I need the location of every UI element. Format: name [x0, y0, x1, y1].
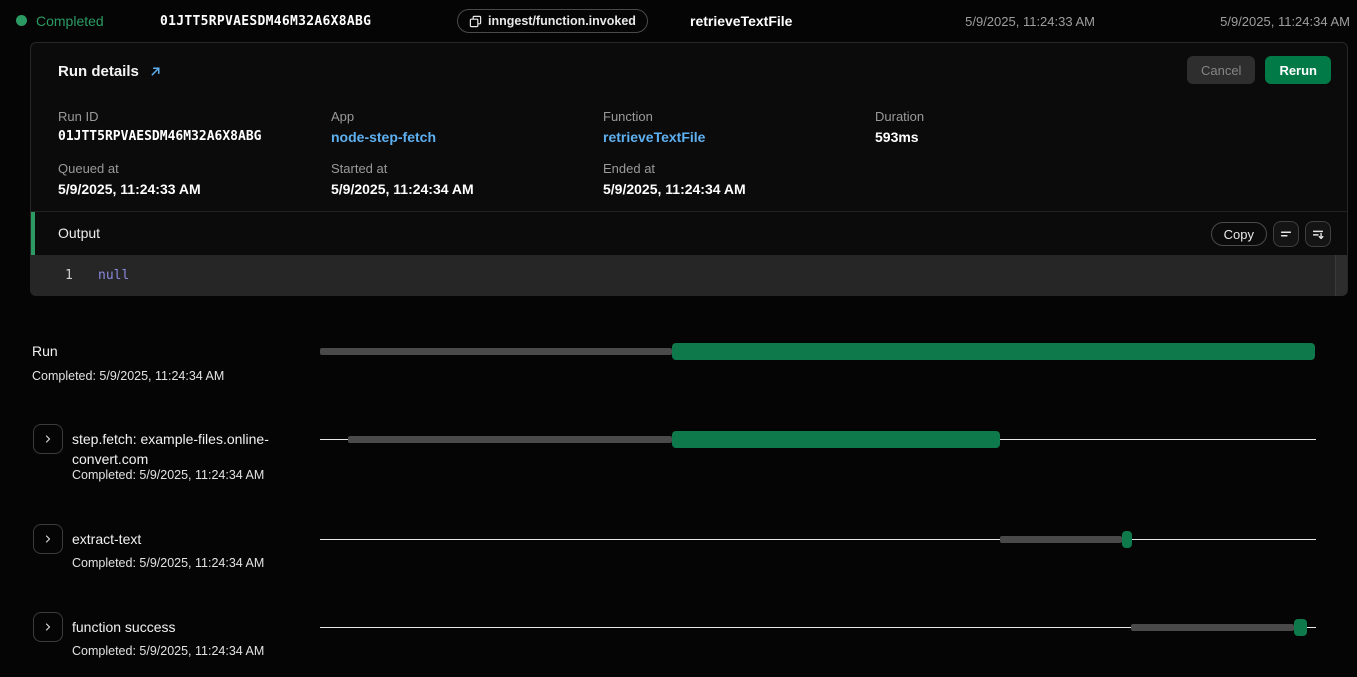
- expand-step-button[interactable]: [33, 612, 63, 642]
- run-id-text: 01JTT5RPVAESDM46M32A6X8ABG: [160, 14, 371, 29]
- field-ended-at: Ended at 5/9/2025, 11:24:34 AM: [603, 161, 863, 197]
- output-section-header: Output Copy: [31, 211, 1347, 255]
- trace-step-completed: Completed: 5/9/2025, 11:24:34 AM: [72, 644, 264, 658]
- function-name-text: retrieveTextFile: [690, 13, 792, 29]
- trace-step-completed: Completed: 5/9/2025, 11:24:34 AM: [72, 468, 264, 482]
- queued-duration-bar: [1131, 624, 1294, 631]
- output-value: null: [98, 268, 129, 283]
- lines-down-arrow-icon: [1311, 227, 1325, 241]
- stacked-windows-icon: [469, 15, 482, 28]
- queued-duration-bar: [1000, 536, 1122, 543]
- trace-timeline-track[interactable]: [320, 531, 1316, 548]
- chevron-right-icon: [42, 533, 54, 545]
- function-link[interactable]: retrieveTextFile: [603, 129, 863, 145]
- field-label: Duration: [875, 109, 1135, 124]
- field-app: App node-step-fetch: [331, 109, 591, 145]
- trace-timeline-track[interactable]: [320, 619, 1316, 636]
- field-label: Ended at: [603, 161, 863, 176]
- trigger-event-badge[interactable]: inngest/function.invoked: [457, 9, 648, 33]
- field-label: Run ID: [58, 109, 318, 124]
- open-external-icon[interactable]: [149, 65, 162, 78]
- field-run-id: Run ID 01JTT5RPVAESDM46M32A6X8ABG: [58, 109, 318, 144]
- output-accent-bar: [31, 212, 35, 256]
- panel-title-text: Run details: [58, 63, 139, 80]
- trace-step-completed: Completed: 5/9/2025, 11:24:34 AM: [72, 556, 264, 570]
- output-code-viewer[interactable]: 1 null: [31, 255, 1347, 296]
- rerun-button[interactable]: Rerun: [1265, 56, 1331, 84]
- queued-duration-bar: [320, 348, 672, 355]
- trace-step-name: extract-text: [72, 531, 141, 547]
- field-value: 5/9/2025, 11:24:34 AM: [331, 181, 591, 197]
- field-label: App: [331, 109, 591, 124]
- trace-step-name: function success: [72, 619, 176, 635]
- field-label: Function: [603, 109, 863, 124]
- wrap-lines-button[interactable]: [1273, 221, 1299, 247]
- trace-step-name: Run: [32, 343, 58, 359]
- field-value: 593ms: [875, 129, 1135, 145]
- trace-step-completed: Completed: 5/9/2025, 11:24:34 AM: [32, 369, 224, 383]
- run-summary-bar: Completed 01JTT5RPVAESDM46M32A6X8ABG inn…: [0, 0, 1357, 42]
- line-number: 1: [65, 268, 73, 283]
- started-timestamp: 5/9/2025, 11:24:34 AM: [1220, 14, 1350, 29]
- field-value: 01JTT5RPVAESDM46M32A6X8ABG: [58, 129, 318, 144]
- field-duration: Duration 593ms: [875, 109, 1135, 145]
- run-duration-bar: [1122, 531, 1132, 548]
- trace-timeline-track[interactable]: [320, 431, 1316, 448]
- queued-timestamp: 5/9/2025, 11:24:33 AM: [965, 14, 1095, 29]
- trace-timeline-track[interactable]: [320, 343, 1316, 360]
- field-label: Started at: [331, 161, 591, 176]
- queued-duration-bar: [348, 436, 672, 443]
- trace-step-name: step.fetch: example-files.online-convert…: [72, 429, 322, 469]
- field-value: 5/9/2025, 11:24:34 AM: [603, 181, 863, 197]
- expand-step-button[interactable]: [33, 524, 63, 554]
- run-duration-bar: [672, 343, 1315, 360]
- expand-step-button[interactable]: [33, 424, 63, 454]
- timeline-baseline: [320, 539, 1316, 540]
- cancel-button[interactable]: Cancel: [1187, 56, 1255, 84]
- run-details-panel: Run details Cancel Rerun Run ID 01JTT5RP…: [30, 42, 1348, 296]
- field-started-at: Started at 5/9/2025, 11:24:34 AM: [331, 161, 591, 197]
- field-queued-at: Queued at 5/9/2025, 11:24:33 AM: [58, 161, 318, 197]
- run-duration-bar: [672, 431, 1001, 448]
- field-value: 5/9/2025, 11:24:33 AM: [58, 181, 318, 197]
- status-dot-icon: [16, 15, 27, 26]
- panel-title: Run details: [58, 63, 162, 80]
- field-function: Function retrieveTextFile: [603, 109, 863, 145]
- expand-output-button[interactable]: [1305, 221, 1331, 247]
- chevron-right-icon: [42, 433, 54, 445]
- copy-button[interactable]: Copy: [1211, 222, 1267, 246]
- field-label: Queued at: [58, 161, 318, 176]
- run-duration-bar: [1294, 619, 1307, 636]
- output-scrollbar[interactable]: [1335, 255, 1347, 296]
- chevron-right-icon: [42, 621, 54, 633]
- app-link[interactable]: node-step-fetch: [331, 129, 591, 145]
- output-title: Output: [58, 225, 100, 241]
- event-badge-label: inngest/function.invoked: [488, 14, 636, 28]
- run-status: Completed: [36, 13, 104, 29]
- text-lines-icon: [1279, 227, 1293, 241]
